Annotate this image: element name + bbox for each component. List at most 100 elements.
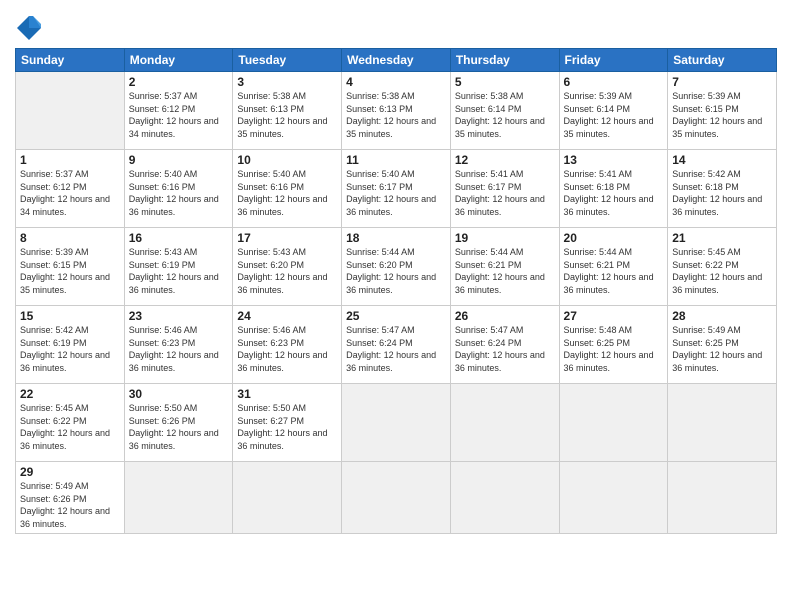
day-number: 28 <box>672 309 772 323</box>
day-header-friday: Friday <box>559 49 668 72</box>
calendar-cell: 2Sunrise: 5:37 AMSunset: 6:12 PMDaylight… <box>124 72 233 150</box>
day-info: Sunrise: 5:50 AMSunset: 6:27 PMDaylight:… <box>237 402 337 452</box>
day-info: Sunrise: 5:49 AMSunset: 6:25 PMDaylight:… <box>672 324 772 374</box>
calendar-table: SundayMondayTuesdayWednesdayThursdayFrid… <box>15 48 777 534</box>
day-info: Sunrise: 5:41 AMSunset: 6:17 PMDaylight:… <box>455 168 555 218</box>
day-number: 27 <box>564 309 664 323</box>
day-info: Sunrise: 5:47 AMSunset: 6:24 PMDaylight:… <box>346 324 446 374</box>
calendar-cell: 8Sunrise: 5:39 AMSunset: 6:15 PMDaylight… <box>16 228 125 306</box>
calendar-cell: 24Sunrise: 5:46 AMSunset: 6:23 PMDayligh… <box>233 306 342 384</box>
calendar-cell: 22Sunrise: 5:45 AMSunset: 6:22 PMDayligh… <box>16 384 125 462</box>
day-info: Sunrise: 5:44 AMSunset: 6:20 PMDaylight:… <box>346 246 446 296</box>
calendar-cell <box>342 462 451 534</box>
day-info: Sunrise: 5:45 AMSunset: 6:22 PMDaylight:… <box>672 246 772 296</box>
logo <box>15 14 47 42</box>
day-info: Sunrise: 5:42 AMSunset: 6:19 PMDaylight:… <box>20 324 120 374</box>
day-header-tuesday: Tuesday <box>233 49 342 72</box>
day-number: 23 <box>129 309 229 323</box>
calendar-cell: 1Sunrise: 5:37 AMSunset: 6:12 PMDaylight… <box>16 150 125 228</box>
day-info: Sunrise: 5:39 AMSunset: 6:14 PMDaylight:… <box>564 90 664 140</box>
header <box>15 10 777 42</box>
day-number: 15 <box>20 309 120 323</box>
day-number: 31 <box>237 387 337 401</box>
day-info: Sunrise: 5:38 AMSunset: 6:14 PMDaylight:… <box>455 90 555 140</box>
calendar-cell: 25Sunrise: 5:47 AMSunset: 6:24 PMDayligh… <box>342 306 451 384</box>
day-number: 3 <box>237 75 337 89</box>
day-number: 14 <box>672 153 772 167</box>
calendar-cell <box>559 384 668 462</box>
day-number: 10 <box>237 153 337 167</box>
day-info: Sunrise: 5:37 AMSunset: 6:12 PMDaylight:… <box>20 168 120 218</box>
calendar-cell <box>668 384 777 462</box>
calendar-cell: 4Sunrise: 5:38 AMSunset: 6:13 PMDaylight… <box>342 72 451 150</box>
calendar-cell: 10Sunrise: 5:40 AMSunset: 6:16 PMDayligh… <box>233 150 342 228</box>
day-info: Sunrise: 5:50 AMSunset: 6:26 PMDaylight:… <box>129 402 229 452</box>
day-number: 13 <box>564 153 664 167</box>
calendar-cell: 11Sunrise: 5:40 AMSunset: 6:17 PMDayligh… <box>342 150 451 228</box>
day-info: Sunrise: 5:43 AMSunset: 6:20 PMDaylight:… <box>237 246 337 296</box>
calendar-cell: 6Sunrise: 5:39 AMSunset: 6:14 PMDaylight… <box>559 72 668 150</box>
day-number: 6 <box>564 75 664 89</box>
day-info: Sunrise: 5:39 AMSunset: 6:15 PMDaylight:… <box>20 246 120 296</box>
calendar-cell: 21Sunrise: 5:45 AMSunset: 6:22 PMDayligh… <box>668 228 777 306</box>
calendar-cell: 14Sunrise: 5:42 AMSunset: 6:18 PMDayligh… <box>668 150 777 228</box>
day-info: Sunrise: 5:46 AMSunset: 6:23 PMDaylight:… <box>237 324 337 374</box>
day-number: 20 <box>564 231 664 245</box>
day-info: Sunrise: 5:45 AMSunset: 6:22 PMDaylight:… <box>20 402 120 452</box>
day-number: 5 <box>455 75 555 89</box>
day-number: 25 <box>346 309 446 323</box>
day-number: 26 <box>455 309 555 323</box>
calendar-cell: 23Sunrise: 5:46 AMSunset: 6:23 PMDayligh… <box>124 306 233 384</box>
calendar-cell: 7Sunrise: 5:39 AMSunset: 6:15 PMDaylight… <box>668 72 777 150</box>
page: SundayMondayTuesdayWednesdayThursdayFrid… <box>0 0 792 612</box>
day-number: 22 <box>20 387 120 401</box>
calendar-cell: 3Sunrise: 5:38 AMSunset: 6:13 PMDaylight… <box>233 72 342 150</box>
day-header-saturday: Saturday <box>668 49 777 72</box>
day-number: 21 <box>672 231 772 245</box>
day-info: Sunrise: 5:40 AMSunset: 6:17 PMDaylight:… <box>346 168 446 218</box>
calendar-cell: 13Sunrise: 5:41 AMSunset: 6:18 PMDayligh… <box>559 150 668 228</box>
calendar-cell: 29Sunrise: 5:49 AMSunset: 6:26 PMDayligh… <box>16 462 125 534</box>
day-info: Sunrise: 5:43 AMSunset: 6:19 PMDaylight:… <box>129 246 229 296</box>
calendar-cell: 28Sunrise: 5:49 AMSunset: 6:25 PMDayligh… <box>668 306 777 384</box>
day-header-wednesday: Wednesday <box>342 49 451 72</box>
day-info: Sunrise: 5:38 AMSunset: 6:13 PMDaylight:… <box>237 90 337 140</box>
calendar-cell <box>233 462 342 534</box>
day-number: 11 <box>346 153 446 167</box>
calendar-cell: 9Sunrise: 5:40 AMSunset: 6:16 PMDaylight… <box>124 150 233 228</box>
day-info: Sunrise: 5:40 AMSunset: 6:16 PMDaylight:… <box>237 168 337 218</box>
calendar-cell: 17Sunrise: 5:43 AMSunset: 6:20 PMDayligh… <box>233 228 342 306</box>
day-header-monday: Monday <box>124 49 233 72</box>
day-info: Sunrise: 5:37 AMSunset: 6:12 PMDaylight:… <box>129 90 229 140</box>
calendar-cell <box>342 384 451 462</box>
day-number: 12 <box>455 153 555 167</box>
day-number: 30 <box>129 387 229 401</box>
day-number: 16 <box>129 231 229 245</box>
day-number: 8 <box>20 231 120 245</box>
calendar-cell: 20Sunrise: 5:44 AMSunset: 6:21 PMDayligh… <box>559 228 668 306</box>
day-number: 7 <box>672 75 772 89</box>
calendar-cell: 12Sunrise: 5:41 AMSunset: 6:17 PMDayligh… <box>450 150 559 228</box>
calendar-cell <box>559 462 668 534</box>
calendar-cell: 18Sunrise: 5:44 AMSunset: 6:20 PMDayligh… <box>342 228 451 306</box>
calendar-cell: 19Sunrise: 5:44 AMSunset: 6:21 PMDayligh… <box>450 228 559 306</box>
day-info: Sunrise: 5:40 AMSunset: 6:16 PMDaylight:… <box>129 168 229 218</box>
day-number: 9 <box>129 153 229 167</box>
day-info: Sunrise: 5:44 AMSunset: 6:21 PMDaylight:… <box>455 246 555 296</box>
day-info: Sunrise: 5:47 AMSunset: 6:24 PMDaylight:… <box>455 324 555 374</box>
day-info: Sunrise: 5:49 AMSunset: 6:26 PMDaylight:… <box>20 480 120 530</box>
logo-icon <box>15 14 43 42</box>
day-number: 4 <box>346 75 446 89</box>
day-info: Sunrise: 5:48 AMSunset: 6:25 PMDaylight:… <box>564 324 664 374</box>
calendar-cell <box>124 462 233 534</box>
calendar-cell: 31Sunrise: 5:50 AMSunset: 6:27 PMDayligh… <box>233 384 342 462</box>
day-number: 1 <box>20 153 120 167</box>
day-info: Sunrise: 5:46 AMSunset: 6:23 PMDaylight:… <box>129 324 229 374</box>
day-info: Sunrise: 5:38 AMSunset: 6:13 PMDaylight:… <box>346 90 446 140</box>
calendar-cell <box>668 462 777 534</box>
calendar-cell: 16Sunrise: 5:43 AMSunset: 6:19 PMDayligh… <box>124 228 233 306</box>
day-number: 17 <box>237 231 337 245</box>
day-info: Sunrise: 5:42 AMSunset: 6:18 PMDaylight:… <box>672 168 772 218</box>
day-number: 29 <box>20 465 120 479</box>
day-info: Sunrise: 5:41 AMSunset: 6:18 PMDaylight:… <box>564 168 664 218</box>
